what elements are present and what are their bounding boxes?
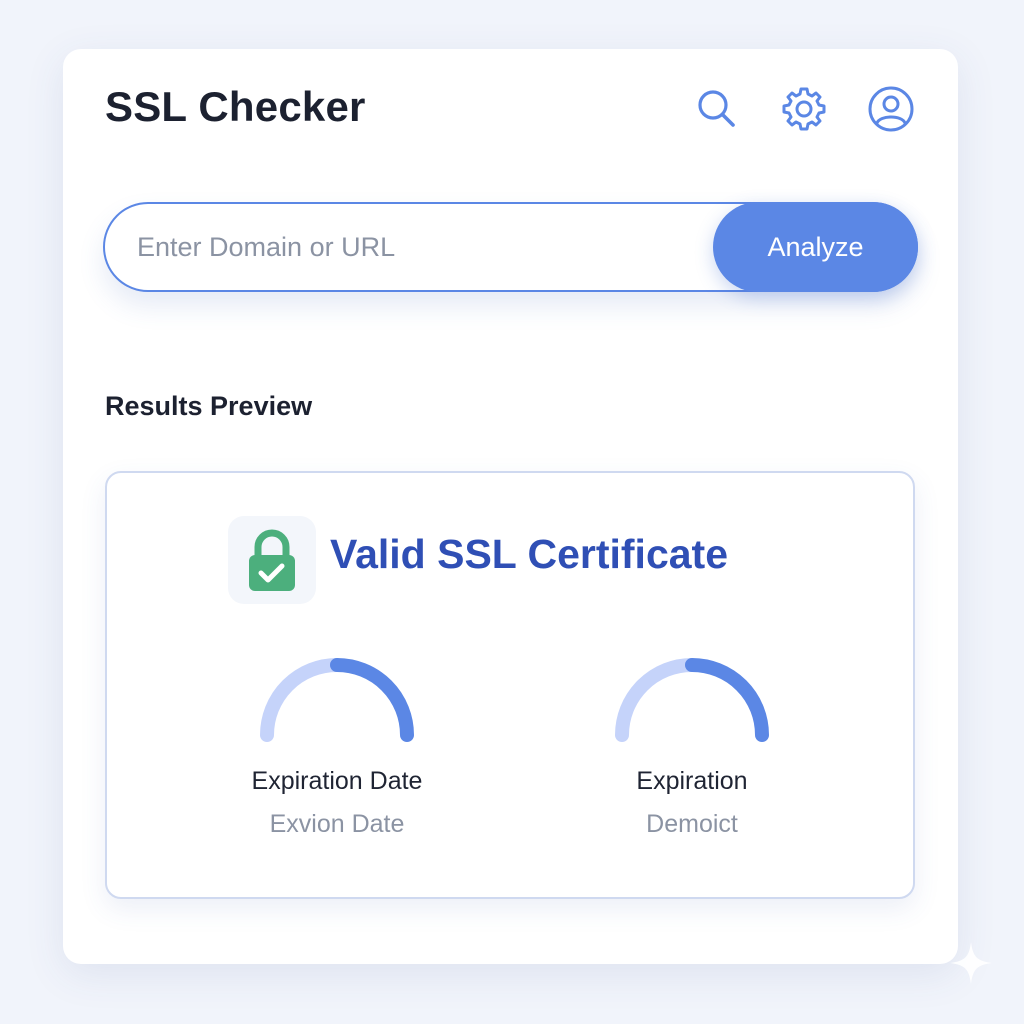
settings-button[interactable] xyxy=(776,81,832,137)
gauge-meter xyxy=(260,658,414,742)
search-bar: Analyze xyxy=(103,202,918,292)
gauge-label: Expiration xyxy=(636,767,748,795)
certificate-status: Valid SSL Certificate xyxy=(330,531,729,577)
gauge-expiration-date: Expiration Date Exvion Date xyxy=(237,655,437,838)
gauge-sublabel: Demoict xyxy=(646,810,738,838)
gauge-fill xyxy=(685,658,769,742)
app-card: SSL Checker Analyze Results Preview xyxy=(63,49,958,964)
gauge-label: Expiration Date xyxy=(251,767,423,795)
gear-icon xyxy=(782,87,826,131)
search-icon xyxy=(698,90,735,127)
analyze-button[interactable]: Analyze xyxy=(713,202,918,292)
gauge-track xyxy=(615,658,699,742)
results-section-title: Results Preview xyxy=(105,391,313,421)
gauge-sublabel: Exvion Date xyxy=(269,810,405,838)
gauge-expiration: Expiration Demoict xyxy=(592,655,792,838)
gauge-track xyxy=(260,658,344,742)
profile-button[interactable] xyxy=(863,81,919,137)
gauge-fill xyxy=(330,658,414,742)
status-badge xyxy=(228,516,316,604)
results-panel: Valid SSL Certificate Expiration Date Ex… xyxy=(105,471,915,899)
search-button[interactable] xyxy=(689,81,745,137)
gauge-meter xyxy=(615,658,769,742)
app-title: SSL Checker xyxy=(105,83,366,130)
user-icon xyxy=(868,86,914,132)
sparkle-icon xyxy=(950,942,992,984)
lock-check-icon xyxy=(249,529,295,591)
